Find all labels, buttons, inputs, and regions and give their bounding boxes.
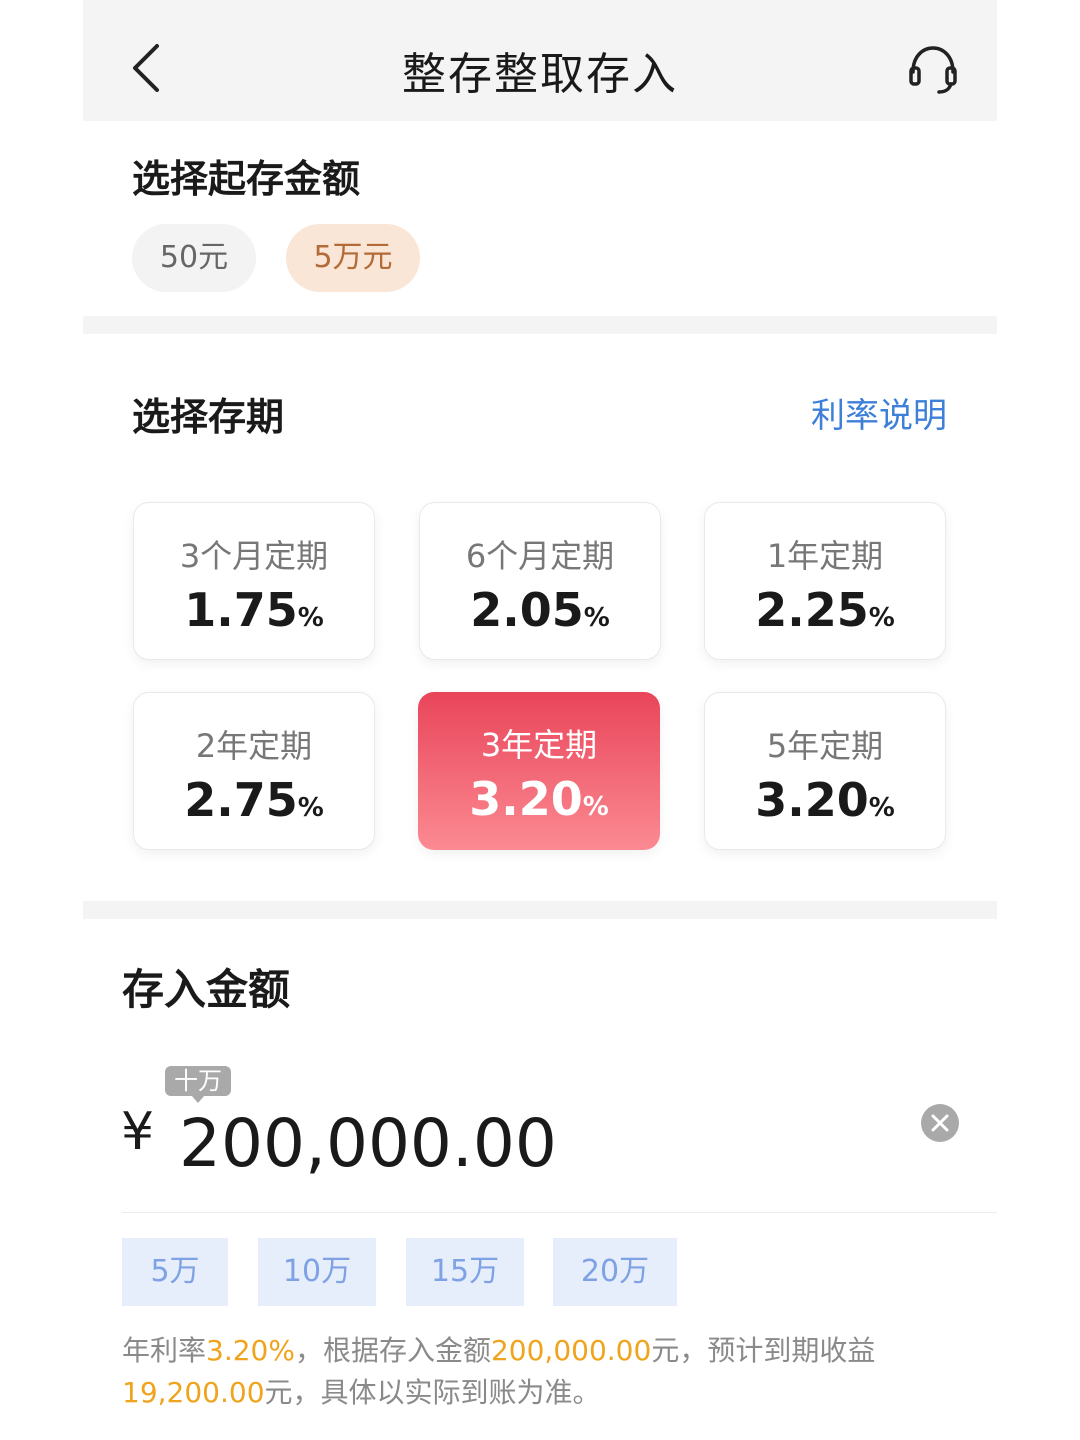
headset-icon [909,46,957,94]
start-amount-title: 选择起存金额 [132,157,361,201]
term-rate: 1.75% [184,583,324,637]
rate-explanation-link[interactable]: 利率说明 [811,388,947,437]
term-rate: 3.20% [755,773,895,827]
term-rate: 3.20% [469,772,609,826]
term-card-3-year[interactable]: 3年定期 3.20% [418,692,660,850]
currency-symbol: ¥ [121,1102,155,1162]
term-rate: 2.75% [184,773,324,827]
clear-button[interactable] [921,1104,959,1142]
customer-service-button[interactable] [905,42,961,98]
deposit-amount-input[interactable] [179,1098,879,1188]
estimated-income-note: 年利率3.20%，根据存入金额200,000.00元，预计到期收益19,200.… [122,1334,876,1409]
term-label: 6个月定期 [465,537,615,575]
deposit-amount-title: 存入金额 [122,965,291,1014]
term-rate: 2.25% [755,583,895,637]
annual-rate-value: 3.20% [206,1334,295,1367]
term-card-1-year[interactable]: 1年定期 2.25% [704,502,946,660]
nav-bar: 整存整取存入 [83,0,997,121]
quick-amount-200k[interactable]: 20万 [553,1238,677,1306]
term-card-2-year[interactable]: 2年定期 2.75% [133,692,375,850]
unit-tooltip: 十万 [165,1066,231,1103]
start-amount-option-50k[interactable]: 5万元 [286,224,420,292]
term-label: 3个月定期 [179,537,329,575]
input-underline [122,1212,997,1213]
term-label: 3年定期 [480,726,598,764]
term-title: 选择存期 [132,395,285,439]
quick-amount-50k[interactable]: 5万 [122,1238,228,1306]
term-card-6-month[interactable]: 6个月定期 2.05% [419,502,661,660]
deposit-amount-value: 200,000.00 [490,1334,652,1367]
term-card-5-year[interactable]: 5年定期 3.20% [704,692,946,850]
term-label: 5年定期 [766,727,884,765]
start-amount-option-50[interactable]: 50元 [132,224,256,292]
close-icon [931,1114,949,1132]
section-divider [83,316,997,334]
term-label: 2年定期 [195,727,313,765]
section-divider [83,901,997,919]
term-rate: 2.05% [470,583,610,637]
page: 整存整取存入 选择起存金额 50元 5万元 选择存期 利率说明 3个月定期 1.… [83,0,997,1440]
term-label: 1年定期 [766,537,884,575]
quick-amount-150k[interactable]: 15万 [406,1238,524,1306]
estimated-income-value: 19,200.00 [122,1376,265,1409]
quick-amount-100k[interactable]: 10万 [258,1238,376,1306]
page-title: 整存整取存入 [402,49,678,100]
term-card-3-month[interactable]: 3个月定期 1.75% [133,502,375,660]
